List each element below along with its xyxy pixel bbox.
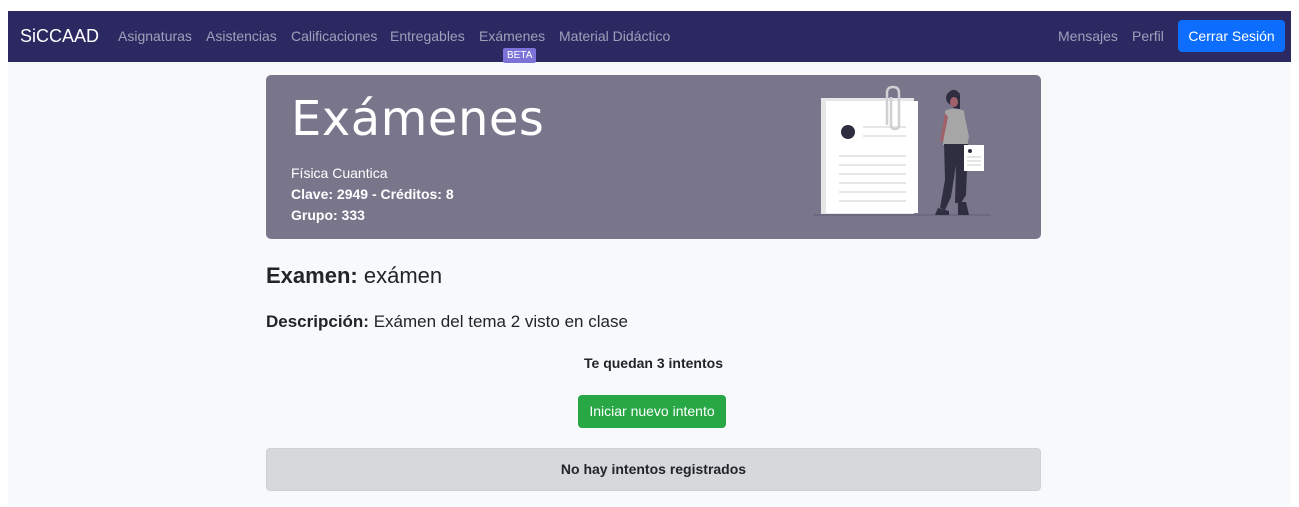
nav-link-material-didactico[interactable]: Material Didáctico — [559, 11, 670, 62]
exam-illustration — [813, 85, 991, 216]
course-grupo: Grupo: 333 — [291, 207, 365, 223]
nav-link-entregables[interactable]: Entregables — [390, 11, 465, 62]
exam-description-label: Descripción: — [266, 312, 369, 331]
person-face — [950, 97, 958, 107]
course-name: Física Cuantica — [291, 165, 388, 181]
held-paper-dot — [968, 149, 972, 153]
start-new-attempt-button[interactable]: Iniciar nuevo intento — [578, 395, 726, 428]
brand-logo[interactable]: SiCCAAD — [20, 11, 99, 62]
attempts-remaining: Te quedan 3 intentos — [584, 355, 723, 371]
exams-header-card: Exámenes Física Cuantica Clave: 2949 - C… — [266, 75, 1041, 239]
person-shoe-left — [935, 208, 949, 215]
exam-title: Examen: exámen — [266, 263, 442, 289]
logout-button[interactable]: Cerrar Sesión — [1178, 20, 1285, 52]
page-title: Exámenes — [291, 91, 545, 147]
person-legs — [940, 144, 968, 210]
course-clave-creditos: Clave: 2949 - Créditos: 8 — [291, 186, 454, 202]
document-dot — [841, 125, 855, 139]
page-frame: SiCCAAD Asignaturas Asistencias Califica… — [8, 11, 1291, 505]
nav-link-calificaciones[interactable]: Calificaciones — [291, 11, 377, 62]
exam-description-value: Exámen del tema 2 visto en clase — [373, 312, 628, 331]
nav-link-mensajes[interactable]: Mensajes — [1058, 11, 1118, 62]
nav-link-perfil[interactable]: Perfil — [1132, 11, 1164, 62]
beta-badge: BETA — [503, 48, 537, 63]
navbar: SiCCAAD Asignaturas Asistencias Califica… — [8, 11, 1291, 63]
nav-link-asignaturas[interactable]: Asignaturas — [118, 11, 192, 62]
nav-link-asistencias[interactable]: Asistencias — [206, 11, 277, 62]
held-paper — [964, 145, 984, 171]
exam-title-value: exámen — [363, 263, 443, 288]
exam-description: Descripción: Exámen del tema 2 visto en … — [266, 312, 628, 332]
person-shoe-right — [958, 202, 969, 215]
no-attempts-alert: No hay intentos registrados — [266, 448, 1041, 491]
exam-title-label: Examen: — [266, 263, 358, 288]
